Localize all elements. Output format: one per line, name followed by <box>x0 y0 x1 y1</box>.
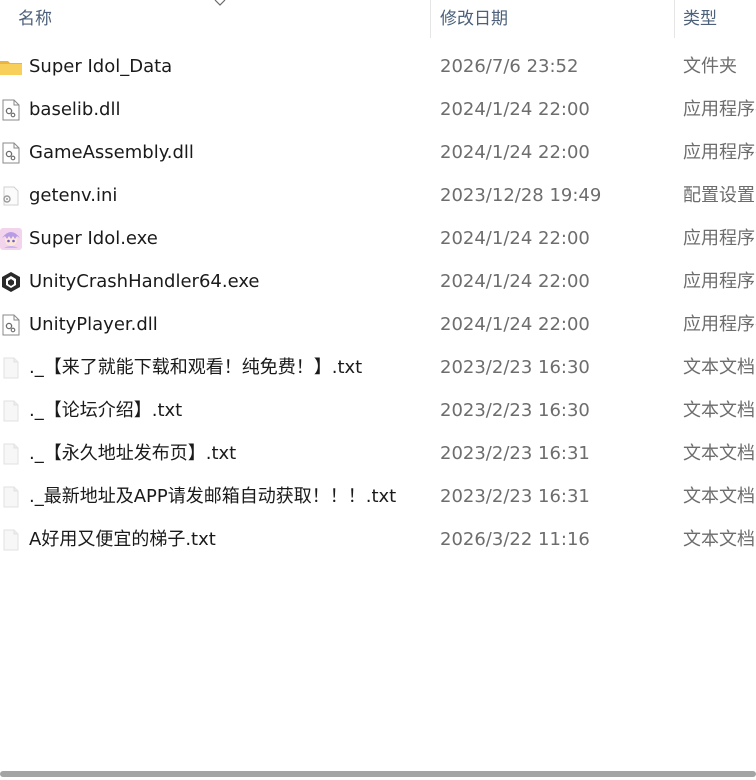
file-date-modified: 2026/7/6 23:52 <box>440 56 579 77</box>
text-file-icon <box>0 357 22 379</box>
unity-logo-icon <box>0 271 22 293</box>
file-name[interactable]: ._【论坛介绍】.txt <box>29 389 182 432</box>
file-explorer-window: 名称 修改日期 类型 Super Idol_Data 2026/7/6 23:52… <box>0 0 756 780</box>
file-date-modified: 2024/1/24 22:00 <box>440 314 590 335</box>
dll-file-icon <box>0 142 22 164</box>
file-date-modified: 2023/2/23 16:31 <box>440 486 590 507</box>
file-type: 文本文档 <box>683 486 755 507</box>
ini-file-icon <box>0 185 22 207</box>
text-file-icon <box>0 529 22 551</box>
file-name[interactable]: ._【永久地址发布页】.txt <box>29 432 236 475</box>
column-header-type[interactable]: 类型 <box>674 0 756 38</box>
file-date-modified: 2023/2/23 16:30 <box>440 400 590 421</box>
file-type: 应用程序 <box>683 271 755 292</box>
file-name[interactable]: GameAssembly.dll <box>29 131 194 174</box>
file-type: 文本文档 <box>683 529 755 550</box>
dll-file-icon <box>0 99 22 121</box>
file-row[interactable]: ._最新地址及APP请发邮箱自动获取！！！.txt 2023/2/23 16:31… <box>0 475 756 518</box>
file-type: 应用程序扩展 <box>683 314 756 335</box>
text-file-icon <box>0 443 22 465</box>
file-date-modified: 2024/1/24 22:00 <box>440 99 590 120</box>
file-row[interactable]: UnityCrashHandler64.exe 2024/1/24 22:00 应用… <box>0 260 756 303</box>
column-header-bar: 名称 修改日期 类型 <box>0 0 756 40</box>
file-name[interactable]: Super Idol_Data <box>29 45 172 88</box>
file-date-modified: 2024/1/24 22:00 <box>440 271 590 292</box>
file-type: 文本文档 <box>683 443 755 464</box>
sort-ascending-chevron-icon <box>214 0 226 6</box>
file-row[interactable]: Super Idol.exe 2024/1/24 22:00 应用程序 <box>0 217 756 260</box>
horizontal-scrollbar-thumb[interactable] <box>0 771 756 777</box>
file-type: 应用程序扩展 <box>683 142 756 163</box>
file-row[interactable]: A好用又便宜的梯子.txt 2026/3/22 11:16 文本文档 <box>0 518 756 561</box>
file-list: Super Idol_Data 2026/7/6 23:52 文件夹 baselib.… <box>0 45 756 561</box>
folder-icon <box>0 56 22 78</box>
text-file-icon <box>0 400 22 422</box>
file-name[interactable]: UnityPlayer.dll <box>29 303 158 346</box>
anime-app-icon <box>0 228 22 250</box>
file-date-modified: 2023/2/23 16:30 <box>440 357 590 378</box>
file-row[interactable]: Super Idol_Data 2026/7/6 23:52 文件夹 <box>0 45 756 88</box>
file-name[interactable]: UnityCrashHandler64.exe <box>29 260 260 303</box>
file-name[interactable]: baselib.dll <box>29 88 121 131</box>
text-file-icon <box>0 486 22 508</box>
column-header-date-modified[interactable]: 修改日期 <box>430 0 674 38</box>
file-row[interactable]: ._【永久地址发布页】.txt 2023/2/23 16:31 文本文档 <box>0 432 756 475</box>
file-date-modified: 2026/3/22 11:16 <box>440 529 590 550</box>
file-name[interactable]: ._最新地址及APP请发邮箱自动获取！！！.txt <box>29 475 396 518</box>
file-type: 文本文档 <box>683 357 755 378</box>
file-date-modified: 2024/1/24 22:00 <box>440 142 590 163</box>
file-date-modified: 2023/12/28 19:49 <box>440 185 602 206</box>
file-name[interactable]: ._【来了就能下载和观看！纯免费！】.txt <box>29 346 362 389</box>
file-row[interactable]: UnityPlayer.dll 2024/1/24 22:00 应用程序扩展 <box>0 303 756 346</box>
file-row[interactable]: ._【来了就能下载和观看！纯免费！】.txt 2023/2/23 16:30 文本文… <box>0 346 756 389</box>
file-type: 应用程序 <box>683 228 755 249</box>
file-name[interactable]: getenv.ini <box>29 174 117 217</box>
file-row[interactable]: GameAssembly.dll 2024/1/24 22:00 应用程序扩展 <box>0 131 756 174</box>
file-type: 配置设置 <box>683 185 755 206</box>
file-row[interactable]: ._【论坛介绍】.txt 2023/2/23 16:30 文本文档 <box>0 389 756 432</box>
file-row[interactable]: getenv.ini 2023/12/28 19:49 配置设置 <box>0 174 756 217</box>
file-type: 文本文档 <box>683 400 755 421</box>
file-date-modified: 2023/2/23 16:31 <box>440 443 590 464</box>
file-name[interactable]: A好用又便宜的梯子.txt <box>29 518 216 561</box>
file-date-modified: 2024/1/24 22:00 <box>440 228 590 249</box>
dll-file-icon <box>0 314 22 336</box>
horizontal-scrollbar[interactable] <box>0 766 756 780</box>
file-type: 应用程序扩展 <box>683 99 756 120</box>
file-type: 文件夹 <box>683 56 737 77</box>
file-name[interactable]: Super Idol.exe <box>29 217 158 260</box>
file-row[interactable]: baselib.dll 2024/1/24 22:00 应用程序扩展 <box>0 88 756 131</box>
